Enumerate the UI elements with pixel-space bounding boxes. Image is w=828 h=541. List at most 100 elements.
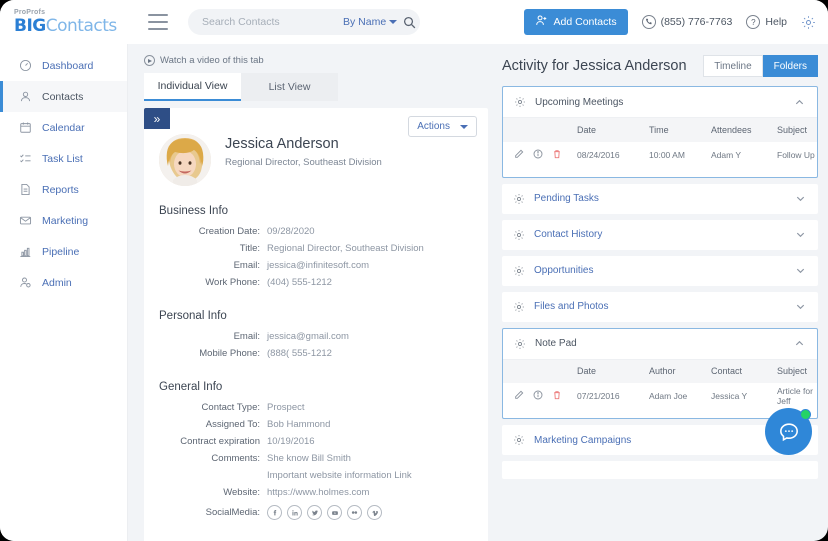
panel-header[interactable]: Pending Tasks xyxy=(502,184,818,214)
top-header: ProProfs BIGContacts By Name xyxy=(0,0,828,44)
gear-icon[interactable] xyxy=(513,265,525,277)
help-button[interactable]: ? Help xyxy=(746,15,787,29)
panel-title: Pending Tasks xyxy=(534,193,599,204)
sidebar-item-marketing[interactable]: Marketing xyxy=(0,205,127,236)
chevron-down-icon[interactable] xyxy=(795,193,806,204)
chevron-down-icon[interactable] xyxy=(795,265,806,276)
chevron-down-icon[interactable] xyxy=(795,301,806,312)
row-actions xyxy=(514,390,577,402)
tab-list-view[interactable]: List View xyxy=(241,73,338,101)
notepad-table: Date Author Contact Subject xyxy=(503,359,817,410)
info-value: Prospect xyxy=(267,399,305,416)
info-row: Important website information Link xyxy=(144,467,488,484)
sidebar-item-reports[interactable]: Reports xyxy=(0,174,127,205)
youtube-icon[interactable] xyxy=(327,505,342,520)
cell-author: Adam Joe xyxy=(649,383,711,409)
panel-header[interactable]: Files and Photos xyxy=(502,292,818,322)
info-value: She know Bill Smith xyxy=(267,450,351,467)
calendar-icon xyxy=(18,121,32,134)
table-row[interactable]: 08/24/2016 10:00 AM Adam Y Follow Up xyxy=(503,142,817,168)
panel-title: Upcoming Meetings xyxy=(535,97,623,108)
gear-icon[interactable] xyxy=(513,434,525,446)
facebook-icon[interactable] xyxy=(267,505,282,520)
info-icon[interactable] xyxy=(533,149,543,161)
tab-individual-view[interactable]: Individual View xyxy=(144,73,241,101)
gear-icon[interactable] xyxy=(514,338,526,350)
info-icon[interactable] xyxy=(533,390,543,402)
sidebar-item-admin[interactable]: Admin xyxy=(0,267,127,298)
column-header: Date xyxy=(577,359,649,383)
info-value: Bob Hammond xyxy=(267,416,330,433)
chevron-up-icon[interactable] xyxy=(794,338,805,349)
info-label: Contact Type: xyxy=(144,399,267,416)
info-row: Website: https://www.holmes.com xyxy=(144,484,488,501)
add-contacts-button[interactable]: Add Contacts xyxy=(524,9,628,35)
sidebar-item-label: Reports xyxy=(42,184,79,196)
sidebar-item-dashboard[interactable]: Dashboard xyxy=(0,50,127,81)
search-input[interactable] xyxy=(202,16,337,28)
info-label: Contract expiration xyxy=(144,433,267,450)
panel-opportunities: Opportunities xyxy=(502,256,818,286)
sidebar-item-label: Pipeline xyxy=(42,246,79,258)
table-row[interactable]: 07/21/2016 Adam Joe Jessica Y Article fo… xyxy=(503,383,817,409)
sidebar-item-pipeline[interactable]: Pipeline xyxy=(0,236,127,267)
toggle-folders[interactable]: Folders xyxy=(763,55,818,77)
contact-name: Jessica Anderson xyxy=(225,134,382,154)
phone-number[interactable]: (855) 776-7763 xyxy=(642,15,733,29)
chevron-up-icon[interactable] xyxy=(794,97,805,108)
info-value: (404) 555-1212 xyxy=(267,274,332,291)
pencil-icon[interactable] xyxy=(514,390,524,402)
general-info-list: Contact Type: Prospect Assigned To: Bob … xyxy=(144,399,488,521)
twitter-icon[interactable] xyxy=(307,505,322,520)
panel-title: Files and Photos xyxy=(534,301,609,312)
cell-subject: Article for Jeff xyxy=(777,383,817,409)
linkedin-icon[interactable] xyxy=(287,505,302,520)
document-icon xyxy=(18,183,32,196)
vimeo-icon[interactable] xyxy=(367,505,382,520)
chat-bubble-icon[interactable] xyxy=(765,408,812,455)
flickr-icon[interactable] xyxy=(347,505,362,520)
app-logo[interactable]: ProProfs BIGContacts xyxy=(14,9,126,35)
toggle-label: Timeline xyxy=(714,61,751,72)
panel-header[interactable]: Opportunities xyxy=(502,256,818,286)
panel-upcoming-meetings: Upcoming Meetings Date Time Attendees xyxy=(502,86,818,178)
phone-label: (855) 776-7763 xyxy=(661,16,733,28)
info-value: https://www.holmes.com xyxy=(267,484,369,501)
panel-header[interactable]: Contact History xyxy=(502,220,818,250)
info-row: Work Phone: (404) 555-1212 xyxy=(144,274,488,291)
info-value: jessica@gmail.com xyxy=(267,328,349,345)
social-media-label: SocialMedia: xyxy=(144,504,267,521)
column-header: Subject xyxy=(777,359,817,383)
trash-icon[interactable] xyxy=(552,390,562,402)
gear-icon[interactable] xyxy=(801,15,816,30)
column-header xyxy=(503,118,577,142)
actions-dropdown-button[interactable]: Actions xyxy=(408,116,477,137)
info-value: 09/28/2020 xyxy=(267,223,315,240)
online-indicator xyxy=(800,409,811,420)
sidebar-item-task-list[interactable]: Task List xyxy=(0,143,127,174)
info-row: Email: jessica@infinitesoft.com xyxy=(144,257,488,274)
sidebar-item-contacts[interactable]: Contacts xyxy=(0,81,127,112)
sidebar-item-calendar[interactable]: Calendar xyxy=(0,112,127,143)
envelope-icon xyxy=(18,214,32,227)
gear-icon[interactable] xyxy=(513,301,525,313)
double-chevron-right-icon[interactable]: » xyxy=(144,108,170,129)
chevron-down-icon[interactable] xyxy=(795,229,806,240)
cell-date: 08/24/2016 xyxy=(577,142,649,168)
hamburger-icon[interactable] xyxy=(148,14,168,30)
toggle-timeline[interactable]: Timeline xyxy=(703,55,762,77)
info-row: Mobile Phone: (888( 555-1212 xyxy=(144,345,488,362)
info-value: Important website information Link xyxy=(267,467,412,484)
panel-header[interactable]: Upcoming Meetings xyxy=(503,87,817,117)
gear-icon[interactable] xyxy=(513,193,525,205)
watch-video-link[interactable]: Watch a video of this tab xyxy=(144,55,488,66)
gear-icon[interactable] xyxy=(513,229,525,241)
search-icon[interactable] xyxy=(403,16,416,29)
pencil-icon[interactable] xyxy=(514,149,524,161)
trash-icon[interactable] xyxy=(552,149,562,161)
panel-header[interactable]: Note Pad xyxy=(503,329,817,359)
search-filter-dropdown[interactable]: By Name xyxy=(343,16,397,28)
tab-label: List View xyxy=(269,81,311,93)
gear-icon[interactable] xyxy=(514,96,526,108)
cell-attendees: Adam Y xyxy=(711,142,777,168)
